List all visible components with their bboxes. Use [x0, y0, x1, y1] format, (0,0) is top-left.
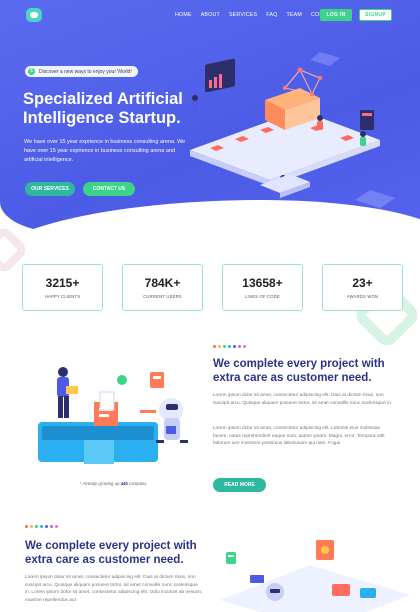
stat-card: 3215+ HAPPY CLIENTS [22, 264, 103, 311]
nav-services[interactable]: SERVICES [229, 12, 257, 18]
logo-icon[interactable] [26, 8, 42, 22]
robot-workspace-illustration [220, 540, 410, 612]
stat-value: 13658+ [242, 276, 283, 290]
feature-title: We complete every project with extra car… [25, 540, 197, 566]
company-count: 445 [120, 481, 128, 486]
contact-us-button[interactable]: CONTACT US [83, 182, 135, 196]
signup-button[interactable]: SIGNUP [359, 9, 392, 21]
ai-isometric-illustration [190, 52, 395, 208]
team-working-illustration [38, 367, 188, 464]
stat-label: AWARDS WON [346, 294, 379, 299]
our-services-button[interactable]: OUR SERVICES [25, 182, 75, 196]
pill-text: Discover a new ways to enjoy your World! [39, 68, 132, 75]
stat-card: 13658+ LINES OF CODE [222, 264, 303, 311]
hero-description: We have over 15 year exprience in busine… [24, 139, 186, 163]
nav-about[interactable]: ABOUT [201, 12, 220, 18]
stat-label: HAPPY CLIENTS [44, 294, 81, 299]
color-dots [213, 345, 246, 348]
feature-paragraph: Lorem ipsum dolor sit amet, consectetur … [213, 426, 385, 447]
nav-team[interactable]: TEAM [286, 12, 302, 18]
growth-caption: * Already growing up 445 company [80, 481, 147, 486]
main-nav: HOME ABOUT SERVICES FAQ TEAM CONTACT [175, 12, 338, 18]
feature-paragraph: Lorem ipsum dolor sit amet, consectetur … [25, 575, 203, 603]
nav-home[interactable]: HOME [175, 12, 192, 18]
stat-value: 3215+ [45, 276, 80, 290]
landing-page: HOME ABOUT SERVICES FAQ TEAM CONTACT LOG… [0, 0, 420, 612]
feature-paragraph: Lorem ipsum dolor sit amet, consectetur … [213, 393, 393, 406]
stat-card: 784K+ CURRENT USERS [122, 264, 203, 311]
stat-label: LINES OF CODE [245, 294, 280, 299]
stats-row: 3215+ HAPPY CLIENTS 784K+ CURRENT USERS … [22, 264, 403, 311]
stat-card: 23+ AWARDS WON [322, 264, 403, 311]
stat-value: 784K+ [144, 276, 181, 290]
feature-title: We complete every project with extra car… [213, 358, 385, 384]
stat-value: 23+ [352, 276, 373, 290]
nav-faq[interactable]: FAQ [266, 12, 277, 18]
color-dots [25, 525, 58, 528]
login-button[interactable]: LOG IN [320, 9, 352, 21]
read-more-button[interactable]: READ MORE [213, 478, 266, 492]
stat-label: CURRENT USERS [143, 294, 182, 299]
dollar-icon: $ [28, 68, 35, 75]
announcement-pill: $ Discover a new ways to enjoy your Worl… [25, 66, 138, 77]
